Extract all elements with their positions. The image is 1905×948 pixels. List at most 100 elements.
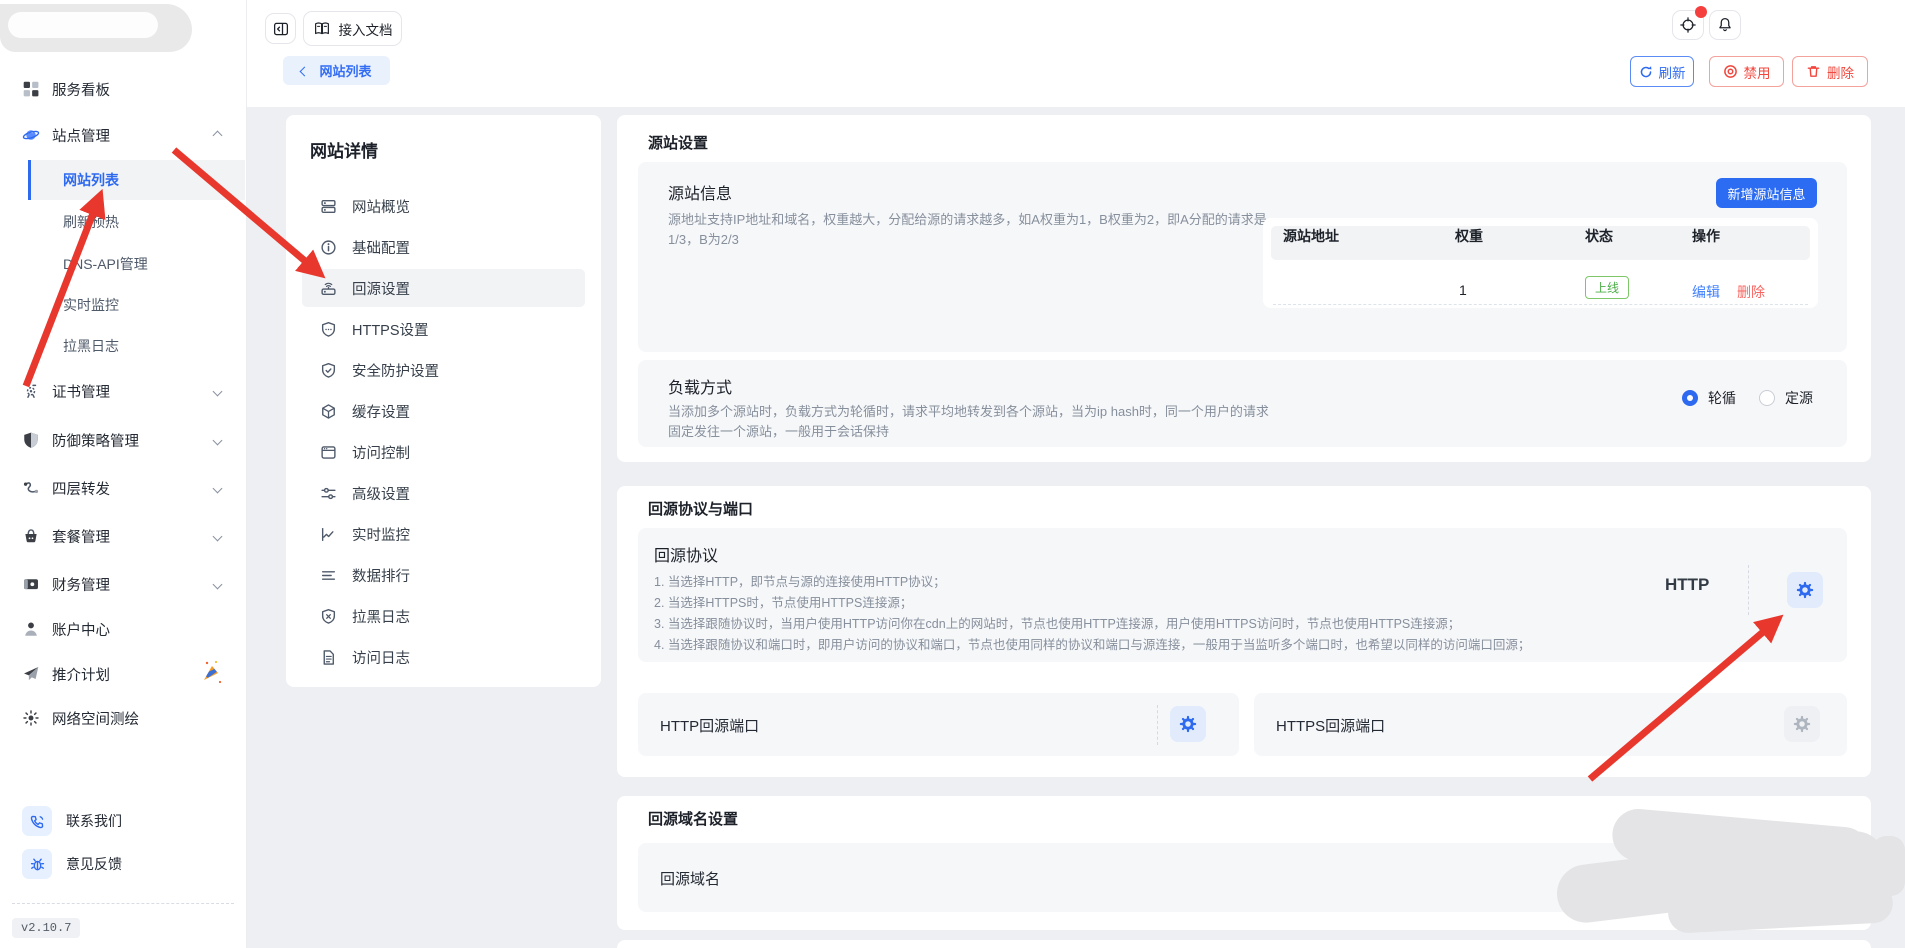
gear-icon [1792,714,1812,734]
sidebar-item-label: 财务管理 [52,574,110,595]
radio-selected-icon[interactable] [1682,390,1698,406]
sidebar-item-label: 服务看板 [52,79,110,100]
origin-info-desc-line2: 1/3，B为2/3 [668,230,1267,250]
version-badge: v2.10.7 [12,918,80,938]
sidebar-item-plan-mgmt[interactable]: 套餐管理 [0,518,247,554]
shield-dots-icon [320,321,337,338]
notification-dot [1695,6,1707,18]
protocol-rule-2: 2. 当选择HTTPS时，节点使用HTTPS连接源； [654,593,1530,614]
disable-icon [1723,64,1738,79]
protocol-settings-gear-button[interactable] [1787,572,1823,608]
detail-menu-label: 网站概览 [352,196,410,217]
detail-menu-cache-settings[interactable]: 缓存设置 [302,392,585,430]
site-detail-card: 网站详情 网站概览 基础配置 回源设置 HTTPS设置 安全防护设置 缓存设置 … [286,115,601,687]
contact-us-button[interactable]: 联系我们 [22,806,122,836]
detail-menu-label: 安全防护设置 [352,360,439,381]
http-port-box: HTTP回源端口 [638,693,1239,756]
detail-menu-security-protection[interactable]: 安全防护设置 [302,351,585,389]
sidebar-item-cert-mgmt[interactable]: 证书管理 [0,373,247,409]
sidebar-item-blacklist-log[interactable]: 拉黑日志 [0,328,247,364]
disable-button[interactable]: 禁用 [1709,56,1784,87]
detail-menu-basic-config[interactable]: 基础配置 [302,228,585,266]
redaction-smudge [1872,836,1905,896]
add-origin-button[interactable]: 新增源站信息 [1716,178,1817,208]
col-status: 状态 [1585,226,1613,246]
sidebar-item-dashboard[interactable]: 服务看板 [0,71,247,107]
sidebar-item-site-list[interactable]: 网站列表 [28,160,245,200]
notifications-button[interactable] [1709,10,1741,40]
radio-unselected-icon[interactable] [1759,390,1775,406]
browser-window-icon [320,444,337,461]
sidebar-item-realtime-monitor[interactable]: 实时监控 [0,287,247,323]
protocol-port-card: 回源协议与端口 回源协议 1. 当选择HTTP，即节点与源的连接使用HTTP协议… [617,486,1871,777]
docs-button[interactable]: 接入文档 [303,11,402,46]
chevron-down-icon [213,483,223,493]
detail-menu-site-overview[interactable]: 网站概览 [302,187,585,225]
gear-icon [1178,714,1198,734]
back-button-label: 网站列表 [319,61,371,80]
delete-link[interactable]: 删除 [1737,282,1765,302]
phone-icon [22,806,52,836]
cube-icon [320,403,337,420]
sidebar-item-label: 账户中心 [52,619,110,640]
bell-icon [1716,16,1734,34]
disable-button-label: 禁用 [1744,62,1771,82]
http-port-divider [1157,705,1158,745]
sidebar-item-defense-mgmt[interactable]: 防御策略管理 [0,422,247,458]
http-port-label: HTTP回源端口 [660,715,759,736]
chevron-down-icon [213,579,223,589]
load-balance-title: 负载方式 [668,374,732,398]
detail-menu-realtime-monitor[interactable]: 实时监控 [302,515,585,553]
sidebar-collapse-button[interactable] [265,13,296,44]
edit-link[interactable]: 编辑 [1692,282,1720,302]
https-port-gear-button[interactable] [1784,706,1820,742]
sidebar-item-label: 站点管理 [52,125,110,146]
detail-menu-origin-settings[interactable]: 回源设置 [302,269,585,307]
forward-icon [22,479,40,497]
delete-button[interactable]: 删除 [1792,56,1868,87]
detail-menu-data-ranking[interactable]: 数据排行 [302,556,585,594]
origin-table-header [1271,226,1810,260]
contact-us-label: 联系我们 [66,811,122,831]
sidebar-item-account-center[interactable]: 账户中心 [0,611,247,647]
protocol-divider [1748,565,1749,615]
user-icon [22,620,40,638]
feedback-label: 意见反馈 [66,854,122,874]
bug-icon [22,849,52,879]
detail-menu-label: HTTPS设置 [352,319,429,340]
radio-fixed-origin[interactable]: 定源 [1759,388,1813,408]
protocol-rule-3: 3. 当选择跟随协议时，当用户使用HTTP访问你在cdn上的网站时，节点也使用H… [654,614,1530,635]
sidebar-item-site-mgmt[interactable]: 站点管理 [0,117,247,153]
origin-domain-label: 回源域名 [660,868,720,889]
sidebar-item-dns-api[interactable]: DNS-API管理 [0,246,247,282]
detail-menu-access-control[interactable]: 访问控制 [302,433,585,471]
basket-icon [22,527,40,545]
chevron-down-icon [213,435,223,445]
sidebar-item-finance-mgmt[interactable]: 财务管理 [0,566,247,602]
load-balance-box: 负载方式 当添加多个源站时，负载方式为轮循时，请求平均地转发到各个源站，当为ip… [638,360,1847,447]
detail-menu-blacklist-log[interactable]: 拉黑日志 [302,597,585,635]
sidebar-item-cyberspace-mapping[interactable]: 网络空间测绘 [0,700,247,736]
detail-menu-access-log[interactable]: 访问日志 [302,638,585,676]
back-to-site-list-button[interactable]: 网站列表 [283,56,390,85]
sidebar-item-label: 证书管理 [52,381,110,402]
info-icon [320,239,337,256]
feedback-button[interactable]: 意见反馈 [22,849,122,879]
radar-icon [22,709,40,727]
dashboard-icon [22,80,40,98]
origin-domain-title: 回源域名设置 [648,808,738,829]
sidebar-item-refresh-preheat[interactable]: 刷新预热 [0,204,247,240]
col-origin-address: 源站地址 [1283,226,1339,246]
detail-menu-advanced-settings[interactable]: 高级设置 [302,474,585,512]
sidebar-item-layer4-forward[interactable]: 四层转发 [0,470,247,506]
detail-menu-https-settings[interactable]: HTTPS设置 [302,310,585,348]
origin-settings-title: 源站设置 [648,132,708,153]
table-row-divider [1273,304,1808,305]
http-port-gear-button[interactable] [1170,706,1206,742]
logo-redaction-smudge-inner [8,12,158,38]
delete-button-label: 删除 [1827,62,1854,82]
refresh-button[interactable]: 刷新 [1630,56,1694,87]
radio-round-robin[interactable]: 轮循 [1682,388,1736,408]
book-icon [313,20,331,38]
detail-menu-label: 实时监控 [352,524,410,545]
